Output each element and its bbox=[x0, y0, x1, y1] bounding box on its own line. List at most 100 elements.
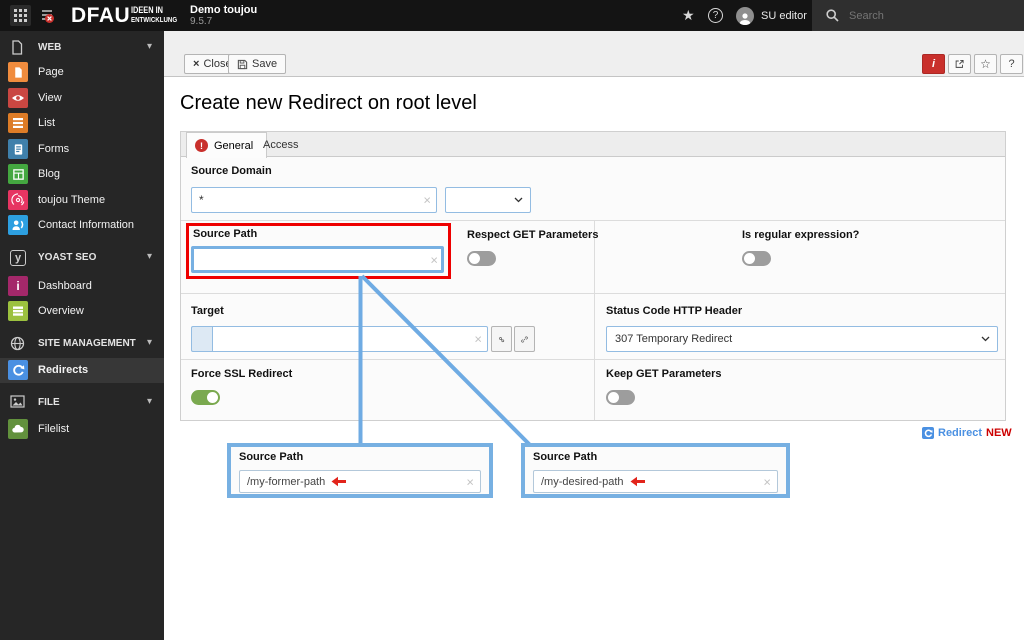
column-divider bbox=[594, 220, 595, 420]
user-name: SU editor bbox=[761, 9, 807, 22]
sidebar-item-overview[interactable]: Overview bbox=[0, 299, 164, 324]
red-arrow-left-icon bbox=[630, 476, 645, 487]
sidebar-item-blog[interactable]: Blog bbox=[0, 162, 164, 187]
sidebar-item-toujou-theme[interactable]: toujou Theme bbox=[0, 188, 164, 213]
source-path-input[interactable] bbox=[191, 246, 444, 273]
sidebar-item-filelist[interactable]: Filelist bbox=[0, 417, 164, 442]
clear-icon[interactable]: × bbox=[466, 475, 474, 488]
tab-label: General bbox=[214, 139, 254, 152]
status-code-value: 307 Temporary Redirect bbox=[615, 333, 733, 345]
toggle-knob bbox=[608, 392, 619, 403]
source-domain-field: × bbox=[191, 187, 437, 213]
legend-redirect-label: Redirect bbox=[938, 427, 983, 439]
item-label: Filelist bbox=[38, 423, 70, 435]
sidebar-section-web[interactable]: WEB ▾ bbox=[0, 38, 164, 60]
eye-icon bbox=[8, 88, 28, 108]
search-input[interactable] bbox=[847, 8, 997, 23]
sidebar-item-page[interactable]: Page bbox=[0, 60, 164, 85]
sidebar-section-site-management[interactable]: SITE MANAGEMENT ▾ bbox=[0, 334, 164, 356]
opened-documents-icon[interactable] bbox=[36, 5, 57, 26]
sidebar-item-contact-information[interactable]: Contact Information bbox=[0, 213, 164, 238]
legend-new-label: NEW bbox=[986, 427, 1012, 439]
insert-record-icon bbox=[499, 336, 505, 342]
redirect-icon bbox=[8, 360, 28, 380]
callout-desired-path-input[interactable]: /my-desired-path × bbox=[533, 470, 778, 493]
topbar-search bbox=[812, 0, 1024, 31]
item-label: Page bbox=[38, 66, 64, 78]
documents-glyph bbox=[41, 9, 54, 23]
sidebar-item-forms[interactable]: Forms bbox=[0, 137, 164, 162]
keep-get-toggle[interactable] bbox=[606, 390, 635, 405]
docheader-help-button[interactable]: ? bbox=[1000, 54, 1023, 74]
respect-get-toggle[interactable] bbox=[467, 251, 496, 266]
sidebar-item-dashboard[interactable]: i Dashboard bbox=[0, 274, 164, 299]
force-ssl-toggle[interactable] bbox=[191, 390, 220, 405]
callout-former-path: Source Path /my-former-path × bbox=[227, 443, 493, 498]
chevron-down-icon: ▾ bbox=[146, 251, 152, 262]
sidebar-item-redirects[interactable]: Redirects bbox=[0, 358, 164, 383]
info-button[interactable]: i bbox=[922, 54, 945, 74]
row-divider bbox=[181, 359, 1005, 360]
logo-claim-line1: IDEEN IN bbox=[131, 5, 163, 15]
tab-access[interactable]: Access bbox=[250, 132, 311, 157]
sidebar-item-view[interactable]: View bbox=[0, 86, 164, 111]
help-icon[interactable]: ? bbox=[708, 0, 723, 31]
bookmark-star-icon[interactable]: ★ bbox=[682, 0, 695, 31]
bookmark-button[interactable]: ☆ bbox=[974, 54, 997, 74]
chevron-down-icon: ▾ bbox=[146, 396, 152, 407]
browse-records-button[interactable] bbox=[491, 326, 512, 352]
respect-get-label: Respect GET Parameters bbox=[467, 229, 599, 241]
source-domain-input[interactable] bbox=[191, 187, 437, 213]
sidebar-section-file[interactable]: FILE ▾ bbox=[0, 393, 164, 415]
is-regex-label: Is regular expression? bbox=[742, 229, 860, 241]
source-domain-select[interactable] bbox=[445, 187, 531, 213]
toggle-knob bbox=[207, 392, 218, 403]
keep-get-label: Keep GET Parameters bbox=[606, 368, 722, 380]
save-label: Save bbox=[252, 58, 278, 70]
open-in-new-window-button[interactable] bbox=[948, 54, 971, 74]
contact-icon bbox=[8, 215, 28, 235]
item-label: Overview bbox=[38, 305, 84, 317]
red-arrow-left-icon bbox=[331, 476, 347, 487]
modules-grid-icon[interactable] bbox=[10, 5, 31, 26]
user-menu[interactable]: SU editor bbox=[736, 0, 807, 31]
source-domain-label: Source Domain bbox=[191, 165, 272, 177]
save-button[interactable]: Save bbox=[228, 54, 287, 74]
target-input[interactable] bbox=[212, 326, 488, 352]
force-ssl-label: Force SSL Redirect bbox=[191, 368, 293, 380]
toggle-knob bbox=[469, 253, 480, 264]
redirect-new-legend: Redirect NEW bbox=[922, 427, 1012, 439]
row-divider bbox=[181, 293, 1005, 294]
yoast-icon: y bbox=[10, 250, 26, 266]
item-label: Forms bbox=[38, 143, 70, 155]
form-icon bbox=[8, 139, 28, 159]
callout-value: /my-former-path bbox=[247, 475, 326, 488]
image-icon bbox=[10, 395, 26, 411]
clear-icon[interactable]: × bbox=[763, 475, 771, 488]
typo3-backend: DFAU IDEEN IN ENTWICKLUNG Demo toujou 9.… bbox=[0, 0, 1024, 640]
source-path-label: Source Path bbox=[193, 228, 258, 240]
sidebar-item-list[interactable]: List bbox=[0, 111, 164, 136]
clear-icon[interactable]: × bbox=[474, 333, 482, 346]
status-code-select[interactable]: 307 Temporary Redirect bbox=[606, 326, 998, 352]
is-regex-toggle[interactable] bbox=[742, 251, 771, 266]
link-wizard-button[interactable] bbox=[514, 326, 535, 352]
section-label: FILE bbox=[38, 397, 60, 408]
avatar bbox=[736, 6, 754, 25]
star-glyph: ★ bbox=[682, 7, 695, 23]
lines-icon bbox=[8, 301, 28, 321]
error-badge-icon: ! bbox=[195, 139, 208, 152]
item-label: Contact Information bbox=[38, 219, 134, 231]
search-icon bbox=[826, 9, 839, 22]
clear-icon[interactable]: × bbox=[430, 253, 438, 266]
topbar: DFAU IDEEN IN ENTWICKLUNG Demo toujou 9.… bbox=[0, 0, 1024, 31]
callout-former-path-input[interactable]: /my-former-path × bbox=[239, 470, 481, 493]
page-title: Create new Redirect on root level bbox=[180, 92, 477, 114]
chevron-down-icon bbox=[514, 197, 523, 203]
sidebar-section-yoast-seo[interactable]: y YOAST SEO ▾ bbox=[0, 248, 164, 270]
save-icon bbox=[237, 59, 248, 69]
callout-label: Source Path bbox=[533, 451, 598, 463]
logo-claim-line2: ENTWICKLUNG bbox=[131, 15, 178, 24]
clear-icon[interactable]: × bbox=[423, 194, 431, 207]
item-label: View bbox=[38, 92, 62, 104]
